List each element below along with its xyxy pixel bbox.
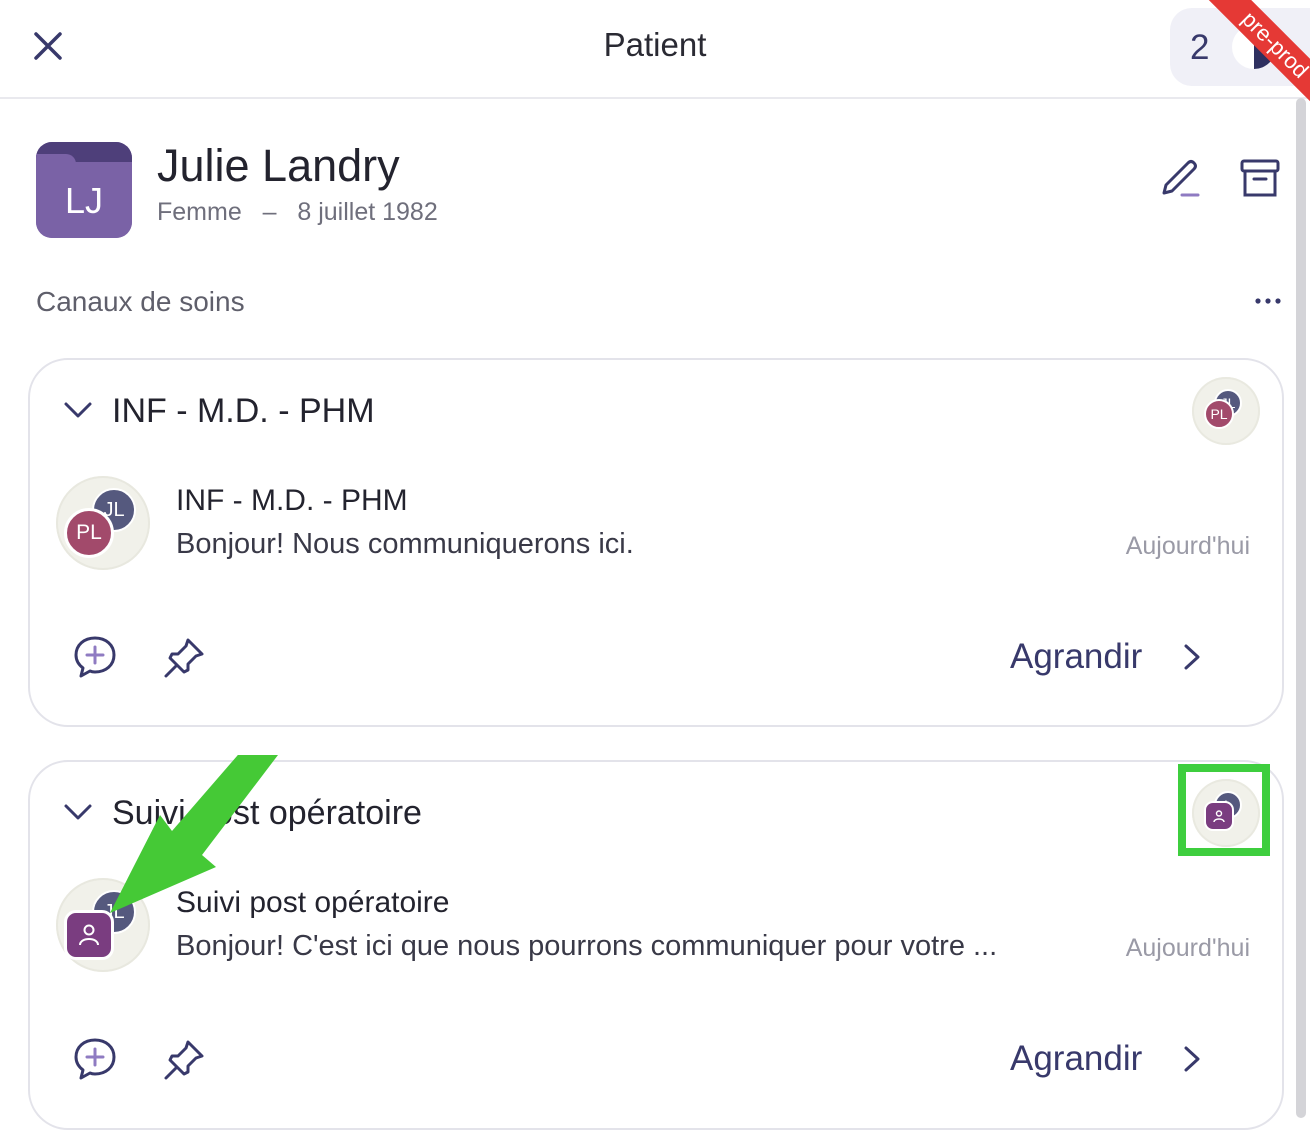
more-options-button[interactable] xyxy=(1248,286,1288,316)
chat-plus-icon xyxy=(74,636,116,678)
pin-button[interactable] xyxy=(162,636,206,680)
vertical-scrollbar[interactable] xyxy=(1296,98,1306,1118)
page-title: Patient xyxy=(603,26,707,63)
member-avatar: PL xyxy=(1204,399,1234,429)
top-bar: Patient 2 xyxy=(0,0,1310,99)
expand-label: Agrandir xyxy=(1010,637,1143,676)
chevron-right-icon xyxy=(1184,644,1200,670)
pin-icon xyxy=(164,638,204,678)
expand-channel-button[interactable]: Agrandir xyxy=(1010,634,1202,680)
patient-birthdate: 8 juillet 1982 xyxy=(297,198,438,226)
care-channel-card: INF - M.D. - PHM JL PL JL PL INF - M.D. … xyxy=(28,358,1284,727)
notification-count: 2 xyxy=(1190,28,1210,67)
thread-avatar-stack: JL PL xyxy=(56,476,150,570)
expand-label: Agrandir xyxy=(1010,1039,1143,1078)
archive-icon xyxy=(1240,159,1280,197)
folder-tab xyxy=(36,142,132,168)
thread-preview[interactable]: Bonjour! C'est ici que nous pourrons com… xyxy=(176,930,997,963)
annotation-highlight-box xyxy=(1178,764,1270,856)
thread-member-avatar: PL xyxy=(64,508,114,558)
pin-icon xyxy=(164,1040,204,1080)
pencil-icon xyxy=(1162,160,1200,197)
patient-name: Julie Landry xyxy=(157,140,400,191)
patient-folder-avatar: LJ xyxy=(36,142,132,238)
archive-patient-button[interactable] xyxy=(1238,155,1282,203)
thread-date: Aujourd'hui xyxy=(1125,934,1250,962)
more-horizontal-icon xyxy=(1255,298,1281,304)
thread-group-avatar xyxy=(64,910,114,960)
chevron-down-icon[interactable] xyxy=(62,800,94,824)
section-title-care-channels: Canaux de soins xyxy=(36,286,245,317)
patient-initials: LJ xyxy=(64,180,104,221)
patient-meta: Femme – 8 juillet 1982 xyxy=(157,198,438,227)
annotation-arrow-icon xyxy=(110,755,278,913)
meta-separator: – xyxy=(262,198,277,226)
channel-members-avatar-stack[interactable]: JL PL xyxy=(1192,377,1260,445)
edit-patient-button[interactable] xyxy=(1156,155,1204,203)
patient-gender: Femme xyxy=(157,198,242,226)
chevron-down-icon[interactable] xyxy=(62,398,94,422)
new-message-button[interactable] xyxy=(72,634,118,680)
thread-title[interactable]: INF - M.D. - PHM xyxy=(176,484,408,518)
group-icon xyxy=(79,924,99,946)
thread-date: Aujourd'hui xyxy=(1125,532,1250,560)
new-message-button[interactable] xyxy=(72,1036,118,1082)
chat-plus-icon xyxy=(74,1038,116,1080)
pin-button[interactable] xyxy=(162,1038,206,1082)
expand-channel-button[interactable]: Agrandir xyxy=(1010,1036,1202,1082)
thread-preview[interactable]: Bonjour! Nous communiquerons ici. xyxy=(176,528,634,561)
channel-title: INF - M.D. - PHM xyxy=(112,392,375,430)
chevron-right-icon xyxy=(1184,1046,1200,1072)
